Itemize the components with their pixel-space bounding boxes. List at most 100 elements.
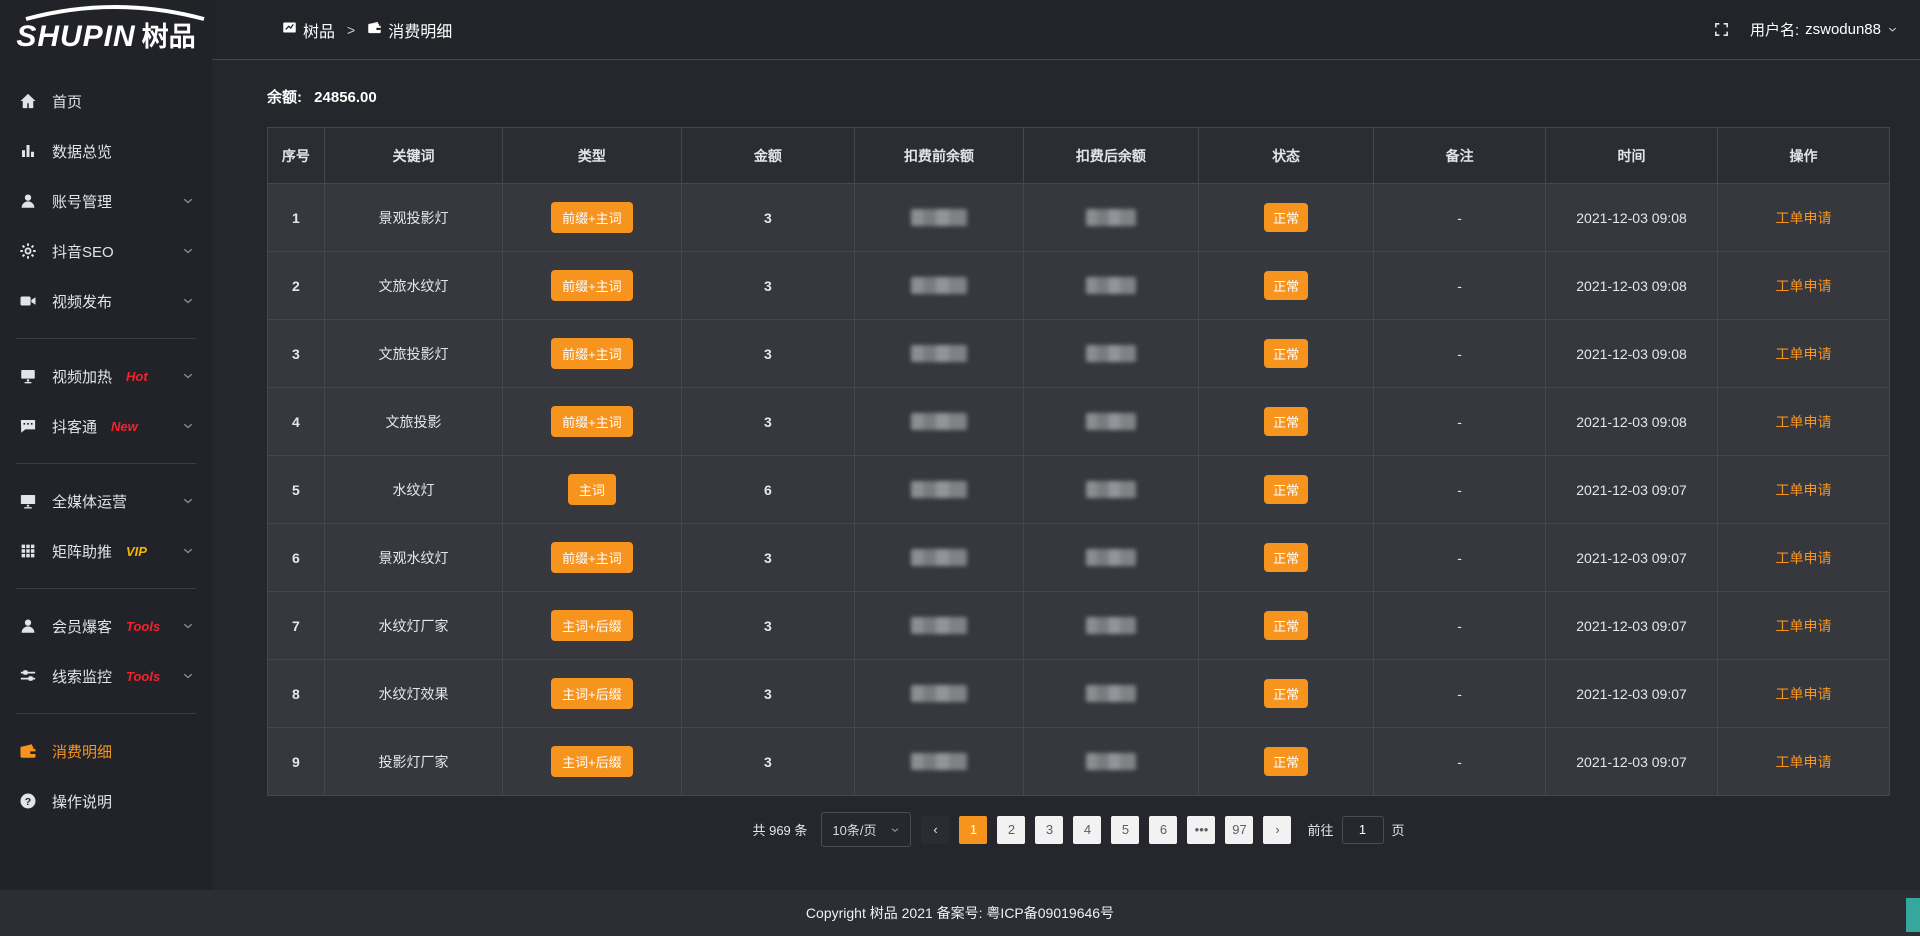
sidebar-item-home[interactable]: 首页 <box>0 76 212 126</box>
table-row: 1 景观投影灯 前缀+主词 3 正常 - 2021-12-03 09:08 工单… <box>268 184 1890 252</box>
breadcrumb-item-current[interactable]: 消费明细 <box>367 18 452 42</box>
keyword-cell: 水纹灯效果 <box>324 660 502 728</box>
sidebar-item-douyin-seo[interactable]: 抖音SEO <box>0 226 212 276</box>
keyword-cell: 景观投影灯 <box>324 184 502 252</box>
work-order-link[interactable]: 工单申请 <box>1776 482 1832 498</box>
remark-cell: - <box>1374 728 1546 796</box>
sidebar-item-matrix-boost[interactable]: 矩阵助推 VIP <box>0 526 212 576</box>
row-index: 3 <box>268 320 325 388</box>
page-size-select[interactable]: 10条/页 <box>821 812 911 847</box>
page-button-97[interactable]: 97 <box>1225 816 1253 844</box>
masked-balance-before <box>911 413 967 430</box>
logo-arc <box>20 3 210 21</box>
jump-page-input[interactable] <box>1342 816 1384 844</box>
work-order-link[interactable]: 工单申请 <box>1776 618 1832 634</box>
sidebar-item-all-media-operation[interactable]: 全媒体运营 <box>0 476 212 526</box>
sidebar-item-label: 矩阵助推 <box>52 541 112 562</box>
work-order-link[interactable]: 工单申请 <box>1776 550 1832 566</box>
sidebar-item-label: 消费明细 <box>52 741 112 762</box>
sidebar-item-member-baoke[interactable]: 会员爆客 Tools <box>0 601 212 651</box>
sidebar-item-badge: Tools <box>126 619 160 634</box>
status-badge: 正常 <box>1264 339 1308 368</box>
work-order-link[interactable]: 工单申请 <box>1776 346 1832 362</box>
consumption-table: 序号关键词类型金额扣费前余额扣费后余额状态备注时间操作 1 景观投影灯 前缀+主… <box>267 127 1890 796</box>
amount-cell: 3 <box>681 592 855 660</box>
svg-text:?: ? <box>25 796 31 808</box>
masked-balance-after <box>1086 277 1136 294</box>
work-order-link[interactable]: 工单申请 <box>1776 210 1832 226</box>
masked-balance-after <box>1086 617 1136 634</box>
page-button-2[interactable]: 2 <box>997 816 1025 844</box>
sidebar-item-label: 首页 <box>52 91 82 112</box>
chevron-down-icon <box>182 245 194 257</box>
type-badge: 前缀+主词 <box>551 338 633 369</box>
masked-balance-after <box>1086 549 1136 566</box>
work-order-link[interactable]: 工单申请 <box>1776 278 1832 294</box>
pagination: 共 969 条 10条/页 ‹ 123456•••97 › 前往 页 <box>267 812 1890 847</box>
sidebar-item-badge: VIP <box>126 544 147 559</box>
table-row: 6 景观水纹灯 前缀+主词 3 正常 - 2021-12-03 09:07 工单… <box>268 524 1890 592</box>
floating-widget[interactable] <box>1906 898 1920 932</box>
username-label: 用户名: <box>1750 19 1799 40</box>
breadcrumb: 树品 > 消费明细 <box>282 18 452 42</box>
logo-text-en: SHUPIN <box>16 20 135 54</box>
table-row: 8 水纹灯效果 主词+后缀 3 正常 - 2021-12-03 09:07 工单… <box>268 660 1890 728</box>
row-index: 2 <box>268 252 325 320</box>
row-index: 1 <box>268 184 325 252</box>
balance-label: 余额: <box>267 89 302 106</box>
status-badge: 正常 <box>1264 407 1308 436</box>
divider <box>16 463 196 464</box>
chevron-down-icon <box>182 495 194 507</box>
sidebar: SHUPIN 树品 首页 数据总览 账号管理 抖音SEO 视频发布 视频加热 H… <box>0 0 212 890</box>
page-button-5[interactable]: 5 <box>1111 816 1139 844</box>
sidebar-item-douketong[interactable]: 抖客通 New <box>0 401 212 451</box>
table-body: 1 景观投影灯 前缀+主词 3 正常 - 2021-12-03 09:08 工单… <box>268 184 1890 796</box>
sidebar-item-account-management[interactable]: 账号管理 <box>0 176 212 226</box>
prev-page-button[interactable]: ‹ <box>921 816 949 844</box>
sidebar-item-badge: New <box>111 419 138 434</box>
keyword-cell: 水纹灯 <box>324 456 502 524</box>
amount-cell: 3 <box>681 728 855 796</box>
time-cell: 2021-12-03 09:08 <box>1546 184 1718 252</box>
sidebar-item-data-overview[interactable]: 数据总览 <box>0 126 212 176</box>
main-area: 树品 > 消费明细 用户名: zswodun88 <box>212 0 1920 890</box>
masked-balance-after <box>1086 209 1136 226</box>
work-order-link[interactable]: 工单申请 <box>1776 754 1832 770</box>
amount-cell: 3 <box>681 252 855 320</box>
amount-cell: 6 <box>681 456 855 524</box>
breadcrumb-item-home[interactable]: 树品 <box>282 18 335 42</box>
remark-cell: - <box>1374 388 1546 456</box>
row-index: 8 <box>268 660 325 728</box>
work-order-link[interactable]: 工单申请 <box>1776 686 1832 702</box>
jump-prefix-label: 前往 <box>1307 820 1333 839</box>
next-page-button[interactable]: › <box>1263 816 1291 844</box>
page-button-4[interactable]: 4 <box>1073 816 1101 844</box>
video-icon <box>18 291 38 311</box>
sidebar-item-video-heat[interactable]: 视频加热 Hot <box>0 351 212 401</box>
page-button-3[interactable]: 3 <box>1035 816 1063 844</box>
time-cell: 2021-12-03 09:07 <box>1546 728 1718 796</box>
chevron-down-icon <box>182 370 194 382</box>
remark-cell: - <box>1374 524 1546 592</box>
sidebar-item-operation-guide[interactable]: ? 操作说明 <box>0 776 212 826</box>
dashboard-icon <box>282 20 297 40</box>
user-menu[interactable]: 用户名: zswodun88 <box>1750 19 1898 40</box>
masked-balance-after <box>1086 753 1136 770</box>
sidebar-item-video-publish[interactable]: 视频发布 <box>0 276 212 326</box>
type-badge: 前缀+主词 <box>551 406 633 437</box>
page-button-•••[interactable]: ••• <box>1187 816 1215 844</box>
app-logo: SHUPIN 树品 <box>0 0 212 62</box>
page-button-6[interactable]: 6 <box>1149 816 1177 844</box>
work-order-link[interactable]: 工单申请 <box>1776 414 1832 430</box>
time-cell: 2021-12-03 09:07 <box>1546 592 1718 660</box>
type-badge: 主词+后缀 <box>551 678 633 709</box>
remark-cell: - <box>1374 184 1546 252</box>
fullscreen-icon[interactable] <box>1713 21 1730 38</box>
sidebar-item-clue-monitor[interactable]: 线索监控 Tools <box>0 651 212 701</box>
sidebar-item-consumption-detail[interactable]: 消费明细 <box>0 726 212 776</box>
pagination-pages: 123456 ••• 97 <box>959 816 1253 844</box>
row-index: 9 <box>268 728 325 796</box>
masked-balance-before <box>911 481 967 498</box>
row-index: 5 <box>268 456 325 524</box>
page-button-1[interactable]: 1 <box>959 816 987 844</box>
